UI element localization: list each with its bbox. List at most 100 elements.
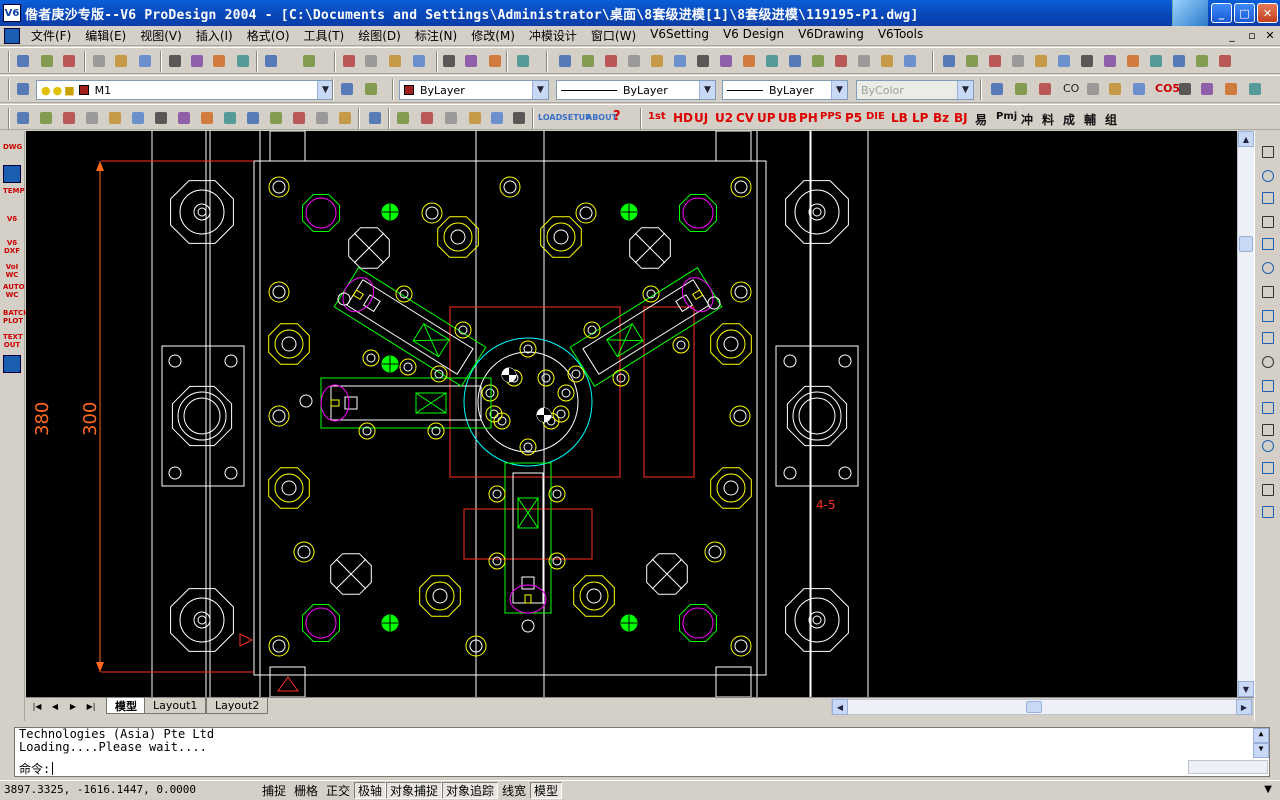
- v6-cmd-button[interactable]: 成: [1063, 111, 1075, 128]
- dimension-tool-button[interactable]: [1259, 143, 1277, 161]
- menu-item[interactable]: 插入(I): [189, 27, 240, 44]
- menu-item[interactable]: 工具(T): [297, 27, 352, 44]
- v6-cmd-button[interactable]: P5: [845, 111, 862, 125]
- tool-button[interactable]: [832, 52, 850, 70]
- left-tool-button[interactable]: BATCH PLOT: [3, 309, 29, 327]
- tool-button[interactable]: [1055, 52, 1073, 70]
- help-button[interactable]: ?: [613, 109, 621, 124]
- tool-button[interactable]: [198, 109, 216, 127]
- properties-icon[interactable]: [440, 52, 458, 70]
- v6-cmd-button[interactable]: Pmj: [996, 111, 1017, 122]
- next-tab-button[interactable]: ▶: [66, 700, 80, 713]
- tool-button[interactable]: [625, 52, 643, 70]
- tool-button[interactable]: [901, 52, 919, 70]
- mdi-minimize-button[interactable]: _: [1224, 28, 1240, 43]
- dimension-tool-button[interactable]: [1259, 213, 1277, 231]
- document-icon[interactable]: [4, 27, 20, 44]
- menu-item[interactable]: 文件(F): [24, 27, 78, 44]
- dimension-tool-button[interactable]: [1259, 189, 1277, 207]
- help-icon[interactable]: [514, 52, 532, 70]
- tool-button[interactable]: [1032, 52, 1050, 70]
- left-tool-button[interactable]: VoI WC: [3, 263, 21, 281]
- menu-item[interactable]: V6Setting: [643, 27, 716, 44]
- vertical-scroll-thumb[interactable]: [1239, 236, 1253, 252]
- v6-cmd-button[interactable]: HD: [673, 111, 693, 125]
- tool-button[interactable]: [418, 109, 436, 127]
- dimension-tool-button[interactable]: [1259, 235, 1277, 253]
- scroll-up-button[interactable]: ▲: [1253, 728, 1269, 743]
- mdi-close-button[interactable]: ✕: [1262, 28, 1278, 43]
- status-toggle[interactable]: 栅格: [290, 782, 322, 799]
- left-tool-button[interactable]: TEXT OUT: [3, 333, 23, 351]
- dimension-tool-button[interactable]: [1259, 377, 1277, 395]
- tool-button[interactable]: [1124, 52, 1142, 70]
- tool-button[interactable]: [466, 109, 484, 127]
- v6-cmd-button[interactable]: 组: [1105, 111, 1117, 128]
- tool-button[interactable]: [648, 52, 666, 70]
- v6-cmd-button[interactable]: PPS: [820, 111, 842, 122]
- color-dropdown[interactable]: ByLayer ▼: [399, 80, 549, 100]
- v6-cmd-button[interactable]: LB: [891, 111, 908, 125]
- menu-item[interactable]: 格式(O): [240, 27, 297, 44]
- menu-item[interactable]: 冲模设计: [522, 27, 584, 44]
- publish-icon[interactable]: [136, 52, 154, 70]
- menu-item[interactable]: V6Drawing: [791, 27, 871, 44]
- zoom-window-icon[interactable]: [386, 52, 404, 70]
- tool-button[interactable]: [940, 52, 958, 70]
- vertical-scrollbar[interactable]: ▲ ▼: [1237, 131, 1254, 697]
- tool-button[interactable]: [1147, 52, 1165, 70]
- redo-icon[interactable]: [300, 52, 318, 70]
- prev-tab-button[interactable]: ◀: [48, 700, 62, 713]
- tool-button[interactable]: [1176, 80, 1194, 98]
- horizontal-scrollbar[interactable]: ◀ ▶: [831, 699, 1253, 715]
- v6-cmd-button[interactable]: UB: [778, 111, 797, 125]
- tool-button[interactable]: [290, 109, 308, 127]
- last-tab-button[interactable]: ▶|: [84, 700, 98, 713]
- lineweight-dropdown[interactable]: ByLayer ▼: [722, 80, 848, 100]
- menu-item[interactable]: 绘图(D): [351, 27, 408, 44]
- save-icon[interactable]: [60, 52, 78, 70]
- horizontal-scroll-thumb[interactable]: [1026, 701, 1042, 713]
- tool-button[interactable]: [1101, 52, 1119, 70]
- status-toggle[interactable]: 模型: [530, 782, 563, 799]
- open-file-icon[interactable]: [38, 52, 56, 70]
- tool-button[interactable]: [763, 52, 781, 70]
- design-center-icon[interactable]: [462, 52, 480, 70]
- chevron-down-icon[interactable]: ▼: [957, 81, 973, 99]
- v6-cmd-button[interactable]: 1st: [648, 111, 666, 122]
- layer-dropdown[interactable]: ● ● ■ M1 ▼: [36, 80, 334, 100]
- tool-button[interactable]: [1222, 80, 1240, 98]
- tool-button[interactable]: [313, 109, 331, 127]
- tool-button[interactable]: [267, 109, 285, 127]
- dimension-tool-button[interactable]: [1259, 437, 1277, 455]
- menu-item[interactable]: V6 Design: [716, 27, 791, 44]
- tool-button[interactable]: [1078, 52, 1096, 70]
- v6-cmd-button[interactable]: PH: [799, 111, 818, 125]
- left-tool-button[interactable]: DWG: [3, 143, 22, 161]
- menu-item[interactable]: 编辑(E): [78, 27, 133, 44]
- status-toggle[interactable]: 极轴: [354, 782, 387, 799]
- tool-button[interactable]: [366, 109, 384, 127]
- left-tool-button[interactable]: [3, 165, 21, 183]
- tool-button[interactable]: [1130, 80, 1148, 98]
- dimension-tool-button[interactable]: [1259, 283, 1277, 301]
- tool-button[interactable]: [717, 52, 735, 70]
- drawing-canvas[interactable]: 380 300 4-5: [26, 131, 1237, 697]
- tool-button[interactable]: [988, 80, 1006, 98]
- tool-button[interactable]: [221, 109, 239, 127]
- tool-button[interactable]: [694, 52, 712, 70]
- tool-button[interactable]: [83, 109, 101, 127]
- menu-item[interactable]: 标注(N): [408, 27, 464, 44]
- dimension-tool-button[interactable]: [1259, 307, 1277, 325]
- load-button[interactable]: LOAD: [538, 113, 562, 122]
- tool-button[interactable]: [1009, 52, 1027, 70]
- command-input[interactable]: 命令:: [15, 760, 1185, 776]
- tool-button[interactable]: [129, 109, 147, 127]
- tool-button[interactable]: [394, 109, 412, 127]
- v6-cmd-button[interactable]: U2: [715, 111, 733, 125]
- pan-icon[interactable]: [340, 52, 358, 70]
- chevron-down-icon[interactable]: ▼: [831, 81, 847, 99]
- tool-button[interactable]: [579, 52, 597, 70]
- menu-item[interactable]: 视图(V): [133, 27, 189, 44]
- match-prop-icon[interactable]: [234, 52, 252, 70]
